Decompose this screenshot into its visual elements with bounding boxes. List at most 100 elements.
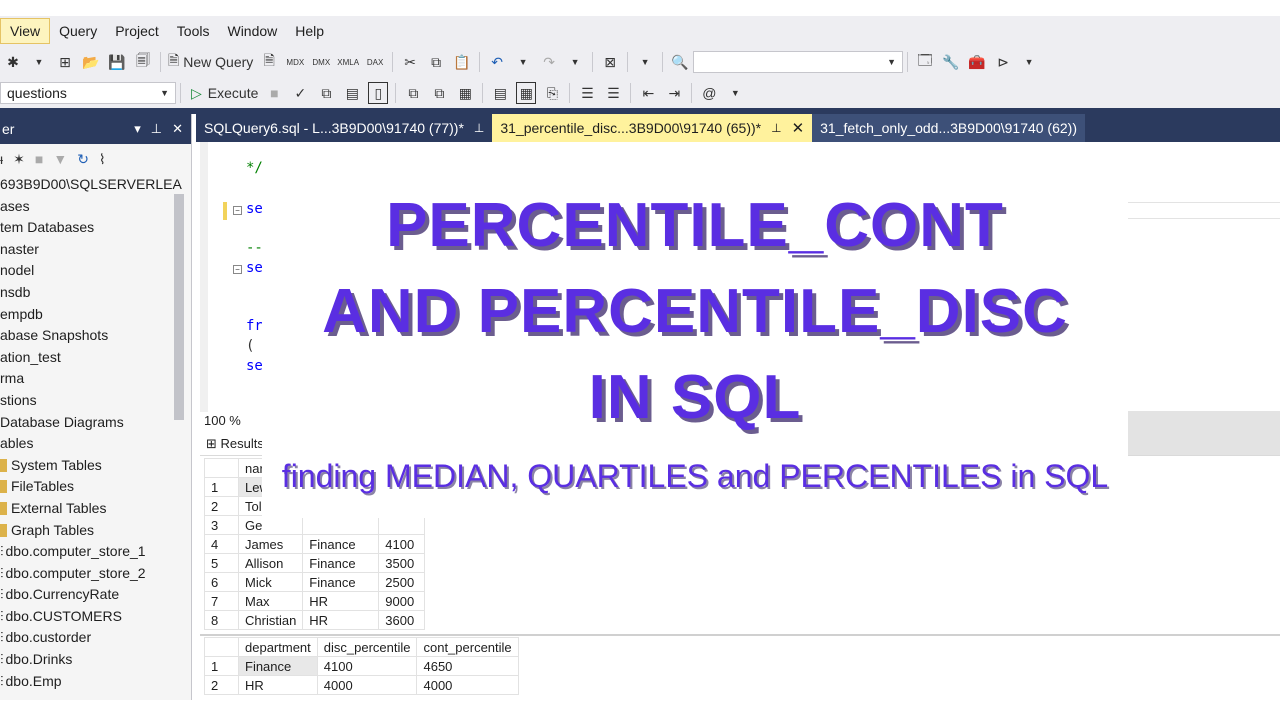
disconnect-icon[interactable]: ✶: [13, 151, 25, 168]
tree-node-table[interactable]: ⫶ dbo.CUSTOMERS: [0, 606, 191, 628]
tree-node[interactable]: nodel: [0, 260, 191, 282]
row-number[interactable]: 6: [204, 572, 239, 592]
execute-button[interactable]: ▷ Execute: [191, 82, 258, 104]
chevron-down-icon[interactable]: ▼: [635, 51, 655, 73]
activity-icon[interactable]: ⌇: [99, 151, 106, 168]
intellisense-icon[interactable]: ▯: [368, 82, 389, 104]
tree-node[interactable]: stions: [0, 390, 191, 412]
chevron-down-icon[interactable]: ▼: [725, 82, 745, 104]
close-icon[interactable]: ✕: [792, 119, 805, 137]
row-number[interactable]: 8: [204, 610, 239, 630]
paste-icon[interactable]: 📋: [452, 51, 472, 73]
filter-icon[interactable]: ▼: [53, 151, 67, 167]
header-cell[interactable]: cont_percentile: [416, 637, 519, 657]
tree-node[interactable]: rma: [0, 368, 191, 390]
activity-monitor-icon[interactable]: ⊠: [600, 51, 620, 73]
table-cell[interactable]: 4000: [316, 675, 418, 695]
table-cell[interactable]: 4650: [416, 656, 519, 676]
pin-icon[interactable]: ⊥: [771, 121, 781, 135]
tab-sqlquery6[interactable]: SQLQuery6.sql - L...3B9D00\91740 (77))* …: [196, 114, 492, 142]
results-to-grid-icon[interactable]: ▦: [516, 82, 537, 104]
table-cell[interactable]: 3500: [378, 553, 426, 573]
tree-node-folder[interactable]: FileTables: [0, 476, 191, 498]
save-icon[interactable]: 💾: [107, 51, 127, 73]
table-cell[interactable]: Christian: [237, 610, 304, 630]
chevron-down-icon[interactable]: ▼: [1019, 51, 1039, 73]
tree-node[interactable]: Database Diagrams: [0, 412, 191, 434]
menu-help[interactable]: Help: [286, 19, 333, 43]
tree-node[interactable]: ases: [0, 196, 191, 218]
stop-icon[interactable]: ■: [35, 151, 43, 167]
include-plan-icon[interactable]: ⧉: [403, 82, 423, 104]
tree-node-table[interactable]: ⫶ dbo.Drinks: [0, 649, 191, 671]
table-cell[interactable]: James: [237, 534, 304, 554]
save-all-icon[interactable]: 🗐: [133, 51, 153, 73]
refresh-icon[interactable]: ↻: [77, 151, 89, 168]
row-number[interactable]: 1: [204, 656, 239, 676]
tree-node-folder[interactable]: Graph Tables: [0, 520, 191, 542]
new-query-button[interactable]: 🗎 New Query: [168, 51, 253, 73]
chevron-down-icon[interactable]: ▼: [29, 51, 49, 73]
query-options-icon[interactable]: ▤: [342, 82, 362, 104]
collapse-toggle[interactable]: −: [233, 206, 242, 215]
redo-icon[interactable]: ↷: [539, 51, 559, 73]
header-cell[interactable]: disc_percentile: [316, 637, 418, 657]
increase-indent-icon[interactable]: ⇥: [664, 82, 684, 104]
table-cell[interactable]: 4000: [416, 675, 519, 695]
table-cell[interactable]: Max: [237, 591, 304, 611]
pin-icon[interactable]: ⊥: [474, 121, 484, 135]
tree-node-folder[interactable]: External Tables: [0, 498, 191, 520]
tree-node-table[interactable]: ⫶ dbo.computer_store_2: [0, 563, 191, 585]
comment-icon[interactable]: ☰: [577, 82, 597, 104]
live-stats-icon[interactable]: ⧉: [429, 82, 449, 104]
table-cell[interactable]: Mick: [237, 572, 304, 592]
results-to-text-icon[interactable]: ▤: [490, 82, 510, 104]
tree-node[interactable]: naster: [0, 239, 191, 261]
row-number[interactable]: 2: [204, 675, 239, 695]
table-cell[interactable]: HR: [302, 610, 380, 630]
table-cell[interactable]: [378, 515, 426, 535]
parse-check-icon[interactable]: ✓: [290, 82, 310, 104]
decrease-indent-icon[interactable]: ⇤: [638, 82, 658, 104]
chevron-down-icon[interactable]: ▾: [134, 121, 141, 137]
tree-node[interactable]: empdb: [0, 304, 191, 326]
menu-query[interactable]: Query: [50, 19, 106, 43]
table-cell[interactable]: HR: [238, 675, 318, 695]
tab-percentile-disc[interactable]: 31_percentile_disc...3B9D00\91740 (65))*…: [492, 114, 813, 142]
table-cell[interactable]: 2500: [378, 572, 426, 592]
tree-node[interactable]: abase Snapshots: [0, 325, 191, 347]
table-cell[interactable]: 4100: [316, 656, 418, 676]
tree-node[interactable]: nsdb: [0, 282, 191, 304]
available-databases-select[interactable]: questions ▼: [0, 82, 176, 104]
specify-template-values-icon[interactable]: @: [699, 82, 719, 104]
table-cell[interactable]: Finance: [302, 534, 380, 554]
tree-node[interactable]: ation_test: [0, 347, 191, 369]
add-item-icon[interactable]: ⊞: [55, 51, 75, 73]
cut-icon[interactable]: ✂: [400, 51, 420, 73]
find-icon[interactable]: 🔍: [670, 51, 690, 73]
wrench-icon[interactable]: 🔧: [941, 51, 961, 73]
menu-view[interactable]: View: [0, 18, 51, 44]
chevron-down-icon[interactable]: ▼: [565, 51, 585, 73]
table-cell[interactable]: Allison: [237, 553, 304, 573]
results-to-file-icon[interactable]: ⎘: [542, 82, 562, 104]
tree-node[interactable]: ables: [0, 433, 191, 455]
undo-icon[interactable]: ↶: [487, 51, 507, 73]
toolbox-icon[interactable]: 🧰: [967, 51, 987, 73]
menu-project[interactable]: Project: [106, 19, 168, 43]
connect-icon[interactable]: ᵻ: [0, 151, 3, 167]
tree-node-table[interactable]: ⫶ dbo.custorder: [0, 627, 191, 649]
row-number[interactable]: 7: [204, 591, 239, 611]
xmla-query-icon[interactable]: XMLA: [337, 51, 359, 73]
find-combo[interactable]: ▼: [693, 51, 904, 73]
row-number[interactable]: 4: [204, 534, 239, 554]
dmx-query-icon[interactable]: DMX: [311, 51, 331, 73]
table-cell[interactable]: 3600: [378, 610, 426, 630]
explorer-scrollbar[interactable]: [174, 194, 184, 420]
tree-node-folder[interactable]: System Tables: [0, 455, 191, 477]
open-file-icon[interactable]: 📂: [81, 51, 101, 73]
pin-icon[interactable]: ⊥: [151, 121, 162, 137]
close-icon[interactable]: ✕: [172, 121, 183, 137]
table-cell[interactable]: HR: [302, 591, 380, 611]
table-cell[interactable]: Ge: [237, 515, 304, 535]
